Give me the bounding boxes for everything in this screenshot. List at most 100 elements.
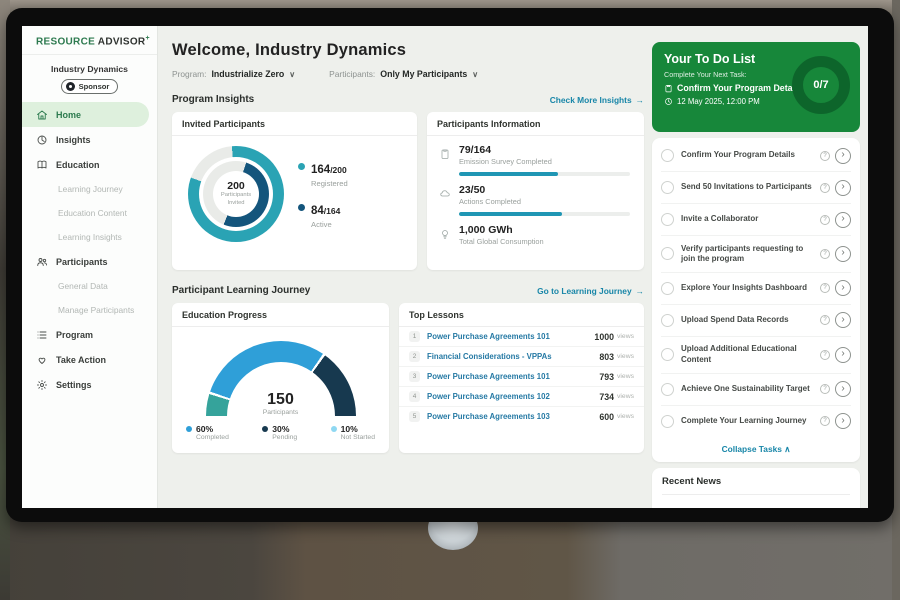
- sidebar-item-take-action[interactable]: Take Action: [22, 347, 149, 372]
- insights-icon: [36, 134, 48, 146]
- gauge-center: 150 Participants: [206, 391, 356, 416]
- task-chevron-button[interactable]: ›: [835, 180, 851, 196]
- donut-center: 200 Participants Invited: [213, 171, 259, 217]
- legend-label: Completed: [196, 434, 229, 441]
- sidebar-item-home[interactable]: Home: [22, 102, 149, 127]
- legend-pending: 30% Pending: [262, 424, 297, 441]
- sponsor-badge-label: Sponsor: [79, 82, 110, 91]
- sidebar-item-program[interactable]: Program: [22, 322, 149, 347]
- task-checkbox[interactable]: [661, 213, 674, 226]
- task-chevron-button[interactable]: ›: [835, 413, 851, 429]
- legend-active: 84/164 Active: [298, 201, 348, 229]
- sidebar-item-label: Education: [56, 160, 100, 170]
- sidebar-item-label: General Data: [58, 281, 108, 291]
- task-checkbox[interactable]: [661, 149, 674, 162]
- lesson-link[interactable]: Power Purchase Agreements 101: [427, 372, 599, 381]
- legend-registered: 164/200 Registered: [298, 160, 348, 188]
- task-chevron-button[interactable]: ›: [835, 212, 851, 228]
- task-checkbox[interactable]: [661, 247, 674, 260]
- collapse-tasks-link[interactable]: Collapse Tasks ∧: [661, 437, 851, 460]
- legend-value: 164: [311, 164, 330, 176]
- learning-journey-cards: Education Progress 150 Participants 60%: [172, 303, 644, 453]
- sidebar-item-participants[interactable]: Participants: [22, 249, 149, 274]
- lesson-link[interactable]: Financial Considerations - VPPAs: [427, 352, 599, 361]
- recent-news-card: Recent News: [652, 468, 860, 508]
- views-count: 600: [599, 412, 614, 422]
- task-row[interactable]: Send 50 Invitations to Participants ? ›: [661, 172, 851, 204]
- task-row[interactable]: Verify participants requesting to join t…: [661, 236, 851, 273]
- task-row[interactable]: Invite a Collaborator ? ›: [661, 204, 851, 236]
- go-to-learning-journey-link[interactable]: Go to Learning Journey →: [537, 286, 644, 296]
- task-checkbox[interactable]: [661, 282, 674, 295]
- info-icon[interactable]: ?: [820, 249, 830, 259]
- sidebar-item-learning-journey[interactable]: Learning Journey: [22, 177, 157, 201]
- info-icon[interactable]: ?: [820, 183, 830, 193]
- logo-plus: +: [145, 35, 149, 42]
- participants-select[interactable]: Participants: Only My Participants ∨: [329, 69, 478, 79]
- task-row[interactable]: Achieve One Sustainability Target ? ›: [661, 374, 851, 406]
- task-row[interactable]: Upload Spend Data Records ? ›: [661, 305, 851, 337]
- info-icon[interactable]: ?: [820, 350, 830, 360]
- info-icon[interactable]: ?: [820, 151, 830, 161]
- learning-journey-header: Participant Learning Journey Go to Learn…: [172, 285, 644, 296]
- lesson-link[interactable]: Power Purchase Agreements 101: [427, 332, 594, 341]
- views-label: views: [617, 413, 634, 420]
- chevron-down-icon: ∨: [472, 70, 478, 79]
- task-chevron-button[interactable]: ›: [835, 381, 851, 397]
- task-checkbox[interactable]: [661, 415, 674, 428]
- views-label: views: [617, 373, 634, 380]
- sidebar-item-education[interactable]: Education: [22, 152, 149, 177]
- sidebar-item-general-data[interactable]: General Data: [22, 274, 157, 298]
- section-title: Participant Learning Journey: [172, 285, 310, 296]
- navy-dot-icon: [298, 204, 305, 211]
- logo-advisor: ADVISOR: [98, 36, 146, 47]
- info-icon[interactable]: ?: [820, 384, 830, 394]
- sidebar-item-manage-participants[interactable]: Manage Participants: [22, 298, 157, 322]
- task-chevron-button[interactable]: ›: [835, 148, 851, 164]
- rank-badge: 4: [409, 391, 420, 402]
- task-chevron-button[interactable]: ›: [835, 312, 851, 328]
- info-icon[interactable]: ?: [820, 215, 830, 225]
- arrow-right-icon: →: [636, 95, 644, 105]
- check-more-insights-link[interactable]: Check More Insights →: [550, 95, 644, 105]
- lesson-link[interactable]: Power Purchase Agreements 102: [427, 392, 599, 401]
- task-row[interactable]: Complete Your Learning Journey ? ›: [661, 406, 851, 437]
- info-icon[interactable]: ?: [820, 416, 830, 426]
- lesson-row: 4 Power Purchase Agreements 102 734 view…: [399, 387, 644, 407]
- task-chevron-button[interactable]: ›: [835, 347, 851, 363]
- task-row[interactable]: Upload Additional Educational Content ? …: [661, 337, 851, 374]
- sidebar-item-education-content[interactable]: Education Content: [22, 201, 157, 225]
- program-select[interactable]: Program: Industrialize Zero ∨: [172, 69, 295, 79]
- task-label: Upload Spend Data Records: [681, 315, 816, 325]
- sidebar-item-label: Program: [56, 330, 93, 340]
- legend-label: Active: [311, 220, 340, 229]
- task-chevron-button[interactable]: ›: [835, 246, 851, 262]
- legend-pct: 10%: [341, 424, 375, 434]
- todo-progress-value: 0/7: [813, 79, 828, 91]
- link-label: Check More Insights: [550, 95, 632, 105]
- task-checkbox[interactable]: [661, 348, 674, 361]
- views-label: views: [617, 353, 634, 360]
- lesson-link[interactable]: Power Purchase Agreements 103: [427, 412, 599, 421]
- info-icon[interactable]: ?: [820, 315, 830, 325]
- program-insights-cards: Invited Participants 200 Participants In…: [172, 112, 644, 270]
- info-icon[interactable]: ?: [820, 283, 830, 293]
- invited-participants-donut-chart: 200 Participants Invited: [188, 146, 284, 242]
- sidebar-item-settings[interactable]: Settings: [22, 372, 149, 397]
- task-row[interactable]: Explore Your Insights Dashboard ? ›: [661, 273, 851, 305]
- task-checkbox[interactable]: [661, 181, 674, 194]
- task-checkbox[interactable]: [661, 314, 674, 327]
- sponsor-badge[interactable]: Sponsor: [61, 79, 119, 94]
- sidebar-item-insights[interactable]: Insights: [22, 127, 149, 152]
- sidebar-item-label: Learning Journey: [58, 184, 123, 194]
- task-chevron-button[interactable]: ›: [835, 280, 851, 296]
- lesson-row: 2 Financial Considerations - VPPAs 803 v…: [399, 347, 644, 367]
- metric-value: 79/164: [459, 144, 552, 156]
- legend-label: Not Started: [341, 434, 375, 441]
- task-row[interactable]: Confirm Your Program Details ? ›: [661, 140, 851, 172]
- sidebar-item-learning-insights[interactable]: Learning Insights: [22, 225, 157, 249]
- legend-label: Pending: [272, 434, 297, 441]
- metric-label: Emission Survey Completed: [459, 157, 552, 166]
- task-checkbox[interactable]: [661, 383, 674, 396]
- task-label: Confirm Your Program Details: [681, 150, 816, 160]
